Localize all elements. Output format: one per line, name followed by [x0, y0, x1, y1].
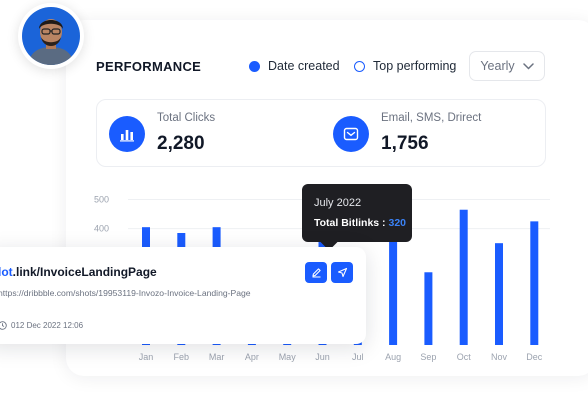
x-tick-label: Jul: [352, 352, 364, 362]
legend-label: Date created: [268, 59, 340, 73]
bar-nov[interactable]: [495, 243, 503, 345]
stat-label-total-clicks: Total Clicks: [157, 112, 216, 124]
x-tick-label: Apr: [245, 352, 259, 362]
link-title-rest: .link/InvoiceLandingPage: [12, 265, 157, 279]
stat-value-total-clicks: 2,280: [157, 133, 205, 154]
x-tick-label: Aug: [385, 352, 401, 362]
bar-oct[interactable]: [459, 209, 468, 345]
tooltip-period: July 2022: [314, 197, 362, 209]
x-tick-label: Oct: [457, 352, 472, 362]
x-tick-label: Mar: [209, 352, 225, 362]
x-tick-label: Jun: [315, 352, 330, 362]
mail-icon: [333, 116, 369, 152]
x-tick-label: Jan: [139, 352, 154, 362]
chart-tooltip: July 2022 Total Bitlinks : 320: [302, 184, 412, 242]
stats-panel: Total Clicks 2,280 Email, SMS, Drirect 1…: [96, 99, 546, 167]
stat-value-channels: 1,756: [381, 133, 429, 154]
share-link-button[interactable]: [331, 262, 353, 283]
hollow-dot-icon: [354, 60, 365, 72]
link-url[interactable]: https://dribbble.com/shots/19953119-Invo…: [0, 288, 251, 298]
stat-label-channels: Email, SMS, Drirect: [381, 112, 482, 124]
clock-icon: [0, 321, 7, 330]
edit-link-button[interactable]: [305, 262, 327, 283]
x-tick-label: Feb: [174, 352, 190, 362]
send-icon: [337, 267, 347, 278]
user-photo: [22, 7, 80, 65]
period-select-value: Yearly: [480, 59, 515, 73]
link-card[interactable]: lot.link/InvoiceLandingPage https://drib…: [0, 247, 366, 344]
y-tick-label: 400: [94, 224, 109, 234]
filled-dot-icon: [249, 60, 260, 72]
tooltip-label: Total Bitlinks :: [314, 217, 386, 229]
chevron-down-icon: [522, 62, 534, 70]
y-tick-label: 500: [94, 195, 109, 205]
x-tick-label: May: [279, 352, 297, 362]
link-title[interactable]: lot.link/InvoiceLandingPage: [0, 265, 157, 279]
x-tick-label: Sep: [420, 352, 436, 362]
link-title-highlight: lot: [0, 265, 13, 279]
tooltip-line: Total Bitlinks : 320: [314, 217, 406, 229]
legend-date-created[interactable]: Date created: [249, 59, 340, 73]
bar-sep[interactable]: [424, 272, 433, 345]
bar-chart-icon: [109, 116, 145, 152]
x-tick-label: Nov: [491, 352, 508, 362]
avatar[interactable]: [18, 3, 84, 69]
pencil-icon: [311, 268, 321, 278]
link-date-row: 012 Dec 2022 12:06: [0, 321, 83, 330]
period-select[interactable]: Yearly: [469, 51, 545, 81]
x-tick-label: Dec: [526, 352, 543, 362]
link-date: 012 Dec 2022 12:06: [11, 321, 84, 330]
tooltip-value: 320: [388, 217, 407, 229]
legend-top-performing[interactable]: Top performing: [354, 59, 456, 73]
page-title: PERFORMANCE: [96, 59, 202, 74]
bar-dec[interactable]: [530, 221, 539, 345]
legend-label: Top performing: [373, 59, 457, 73]
